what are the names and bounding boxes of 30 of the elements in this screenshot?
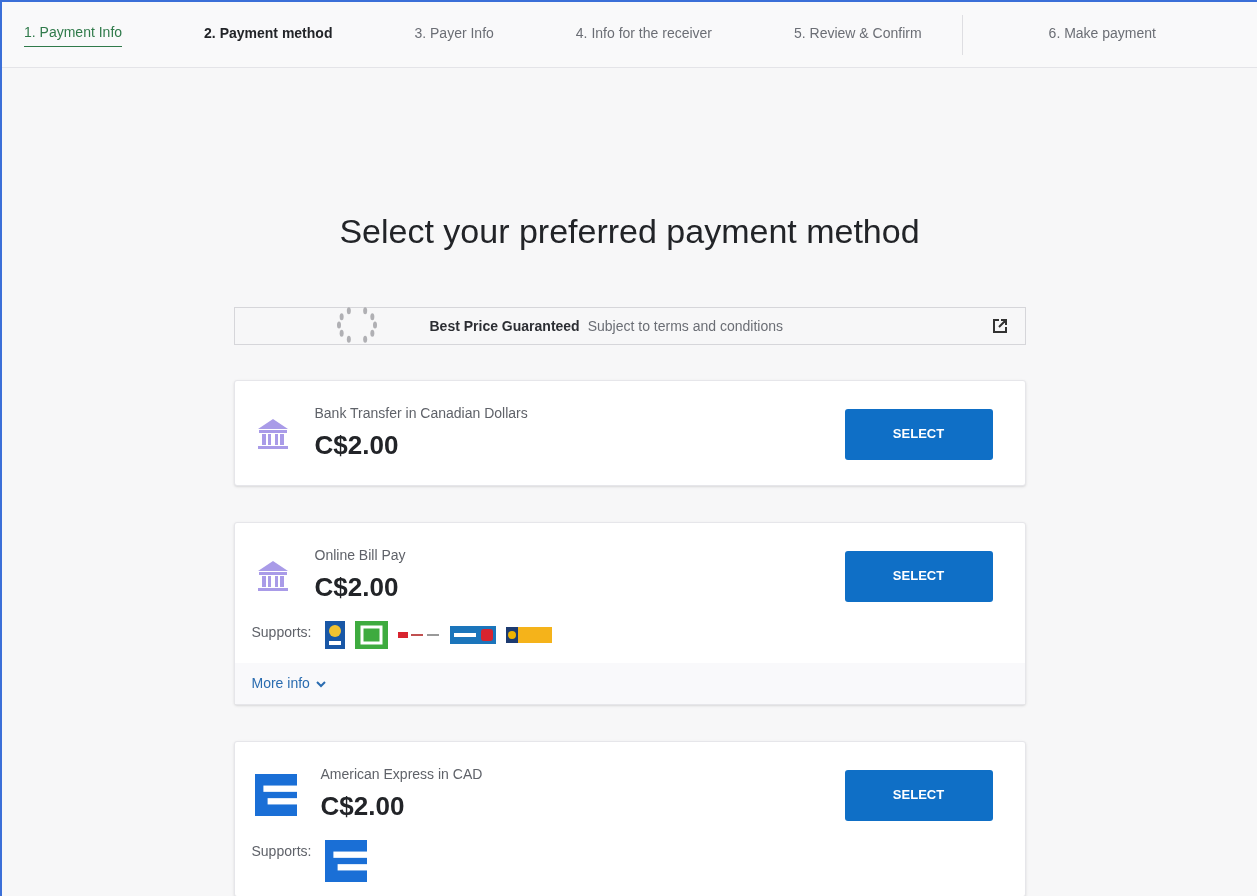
more-info-link[interactable]: More info (251, 673, 326, 694)
step-tab[interactable]: 3. Payer Info (414, 22, 494, 47)
method-name: Bank Transfer in Canadian Dollars (314, 404, 528, 423)
method-price: C$2.00 (320, 790, 406, 823)
bank-logo-icon (325, 621, 346, 649)
chevron-icon (315, 679, 326, 688)
step-tab[interactable]: 4. Info for the receiver (575, 22, 712, 47)
page-title: Select your preferred payment method (339, 211, 920, 252)
select-button[interactable]: SELECT (844, 550, 993, 602)
card-logo-icon (325, 840, 368, 882)
supports-label: Supports: (251, 842, 312, 861)
select-button[interactable]: SELECT (844, 408, 993, 460)
external-link-icon[interactable] (992, 319, 1007, 333)
method-price: C$2.00 (314, 571, 400, 604)
method-price: C$2.00 (314, 429, 400, 462)
step-tab[interactable]: 6. Make payment (1048, 22, 1156, 47)
bank-logo-icon (398, 630, 441, 640)
supports-label: Supports: (251, 623, 312, 642)
bank-logo-icon (355, 621, 389, 649)
step-tab[interactable]: 2. Payment method (204, 22, 333, 47)
bank-logo-icon (450, 626, 497, 644)
banner-headline: Best Price Guaranteed (429, 316, 580, 336)
banner-text: Subject to terms and conditions (587, 316, 783, 336)
method-name: Online Bill Pay (314, 546, 406, 565)
bank-logo-icon (506, 627, 553, 643)
step-tab[interactable]: 5. Review & Confirm (794, 22, 922, 47)
card-logo-icon (254, 774, 297, 816)
method-name: American Express in CAD (320, 765, 483, 784)
select-button[interactable]: SELECT (844, 769, 993, 821)
step-tab[interactable]: 1. Payment Info (24, 22, 123, 47)
